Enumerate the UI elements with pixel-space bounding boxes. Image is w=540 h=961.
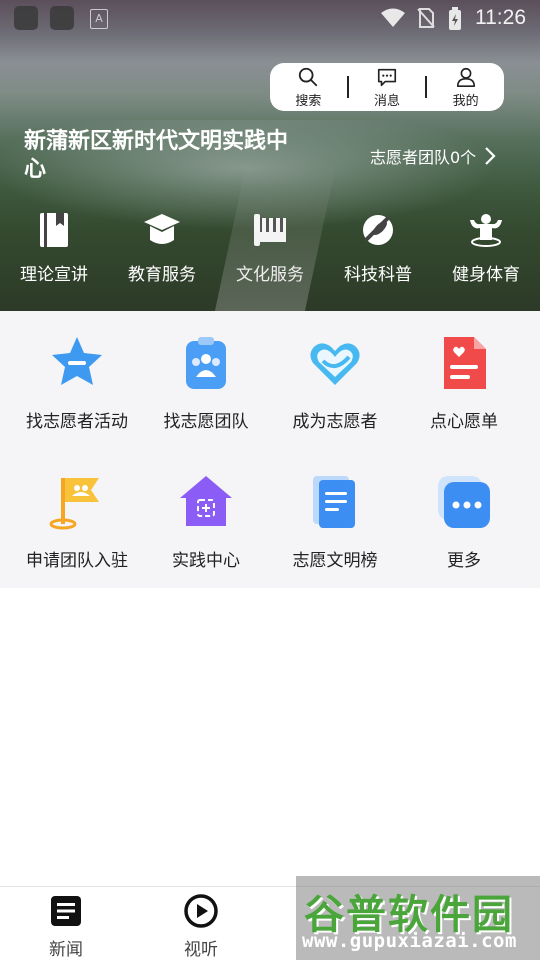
tab-news[interactable]: 新闻 [16,893,116,960]
wish-list-icon [444,337,486,389]
wish-list-button[interactable]: 点心愿单 [399,333,529,432]
more-button[interactable]: 更多 [399,472,529,571]
category-science[interactable]: 科技科普 [324,210,432,285]
category-theory[interactable]: 理论宣讲 [0,210,108,285]
center-title: 新蒲新区新时代文明实践中心 [24,129,289,182]
service-label: 更多 [447,551,481,571]
keyboard-icon: A [90,9,108,29]
civilization-ranking-button[interactable]: 志愿文明榜 [270,472,400,571]
book-icon [40,213,68,247]
chevron-right-icon [485,147,496,165]
team-count-label: 志愿者团队0个 [370,148,477,167]
muscle-icon [470,214,502,247]
practice-center-button[interactable]: 实践中心 [141,472,271,571]
category-label: 科技科普 [344,265,412,285]
search-button[interactable]: 搜索 [270,63,347,111]
status-bar: A 11:26 [0,0,540,36]
category-label: 文化服务 [236,265,304,285]
messages-label: 消息 [374,93,401,109]
hero-banner: A 11:26 搜索 消息 我的 新蒲新区新时代文明实践中心 志愿者团队0个 理… [0,0,540,311]
service-label: 志愿文明榜 [292,551,378,571]
mine-button[interactable]: 我的 [427,63,504,111]
more-icon [438,476,490,528]
rocket-icon [363,215,393,245]
service-grid: 找志愿者活动 找志愿团队 成为志愿者 点心愿单 申请团队入驻 实践中心 志愿文明… [0,311,540,588]
top-action-bar: 搜索 消息 我的 [270,63,504,111]
team-clipboard-icon [186,337,226,389]
search-icon [299,67,318,86]
become-volunteer-button[interactable]: 成为志愿者 [270,333,400,432]
category-fitness[interactable]: 健身体育 [432,210,540,285]
watermark: 谷普软件园 www.gupuxiazai.com [296,876,540,960]
news-icon [51,896,81,926]
watermark-url: www.gupuxiazai.com [302,930,517,952]
tab-label: 视听 [184,940,218,960]
service-label: 找志愿团队 [163,412,249,432]
document-icon [313,476,355,528]
category-label: 健身体育 [452,265,520,285]
category-row: 理论宣讲 教育服务 文化服务 科技科普 健身体育 [0,210,540,285]
no-sim-icon [417,8,435,28]
clock: 11:26 [475,6,526,29]
graduation-cap-icon [144,214,180,244]
flag-icon [49,478,99,530]
find-activity-button[interactable]: 找志愿者活动 [12,333,142,432]
piano-icon [254,214,286,246]
star-chat-icon [52,337,102,385]
category-label: 理论宣讲 [20,265,88,285]
tab-label: 新闻 [49,940,83,960]
service-label: 实践中心 [172,551,240,571]
battery-icon [449,7,461,30]
messages-button[interactable]: 消息 [349,63,426,111]
search-label: 搜索 [295,93,322,109]
heart-icon [310,343,360,385]
message-icon [377,68,397,86]
service-label: 成为志愿者 [292,412,378,432]
category-culture[interactable]: 文化服务 [216,210,324,285]
category-education[interactable]: 教育服务 [108,210,216,285]
notification-icon [14,6,38,30]
user-icon [456,67,475,87]
mine-label: 我的 [452,93,479,109]
service-label: 找志愿者活动 [26,412,128,432]
wifi-icon [381,8,405,27]
category-label: 教育服务 [128,265,196,285]
service-label: 申请团队入驻 [26,551,128,571]
find-team-button[interactable]: 找志愿团队 [141,333,271,432]
volunteer-team-link[interactable]: 志愿者团队0个 [370,144,496,168]
house-icon [180,476,232,526]
apply-team-button[interactable]: 申请团队入驻 [12,472,142,571]
play-icon [184,894,218,928]
service-label: 点心愿单 [430,412,498,432]
notification-icon [50,6,74,30]
tab-video[interactable]: 视听 [151,893,251,960]
